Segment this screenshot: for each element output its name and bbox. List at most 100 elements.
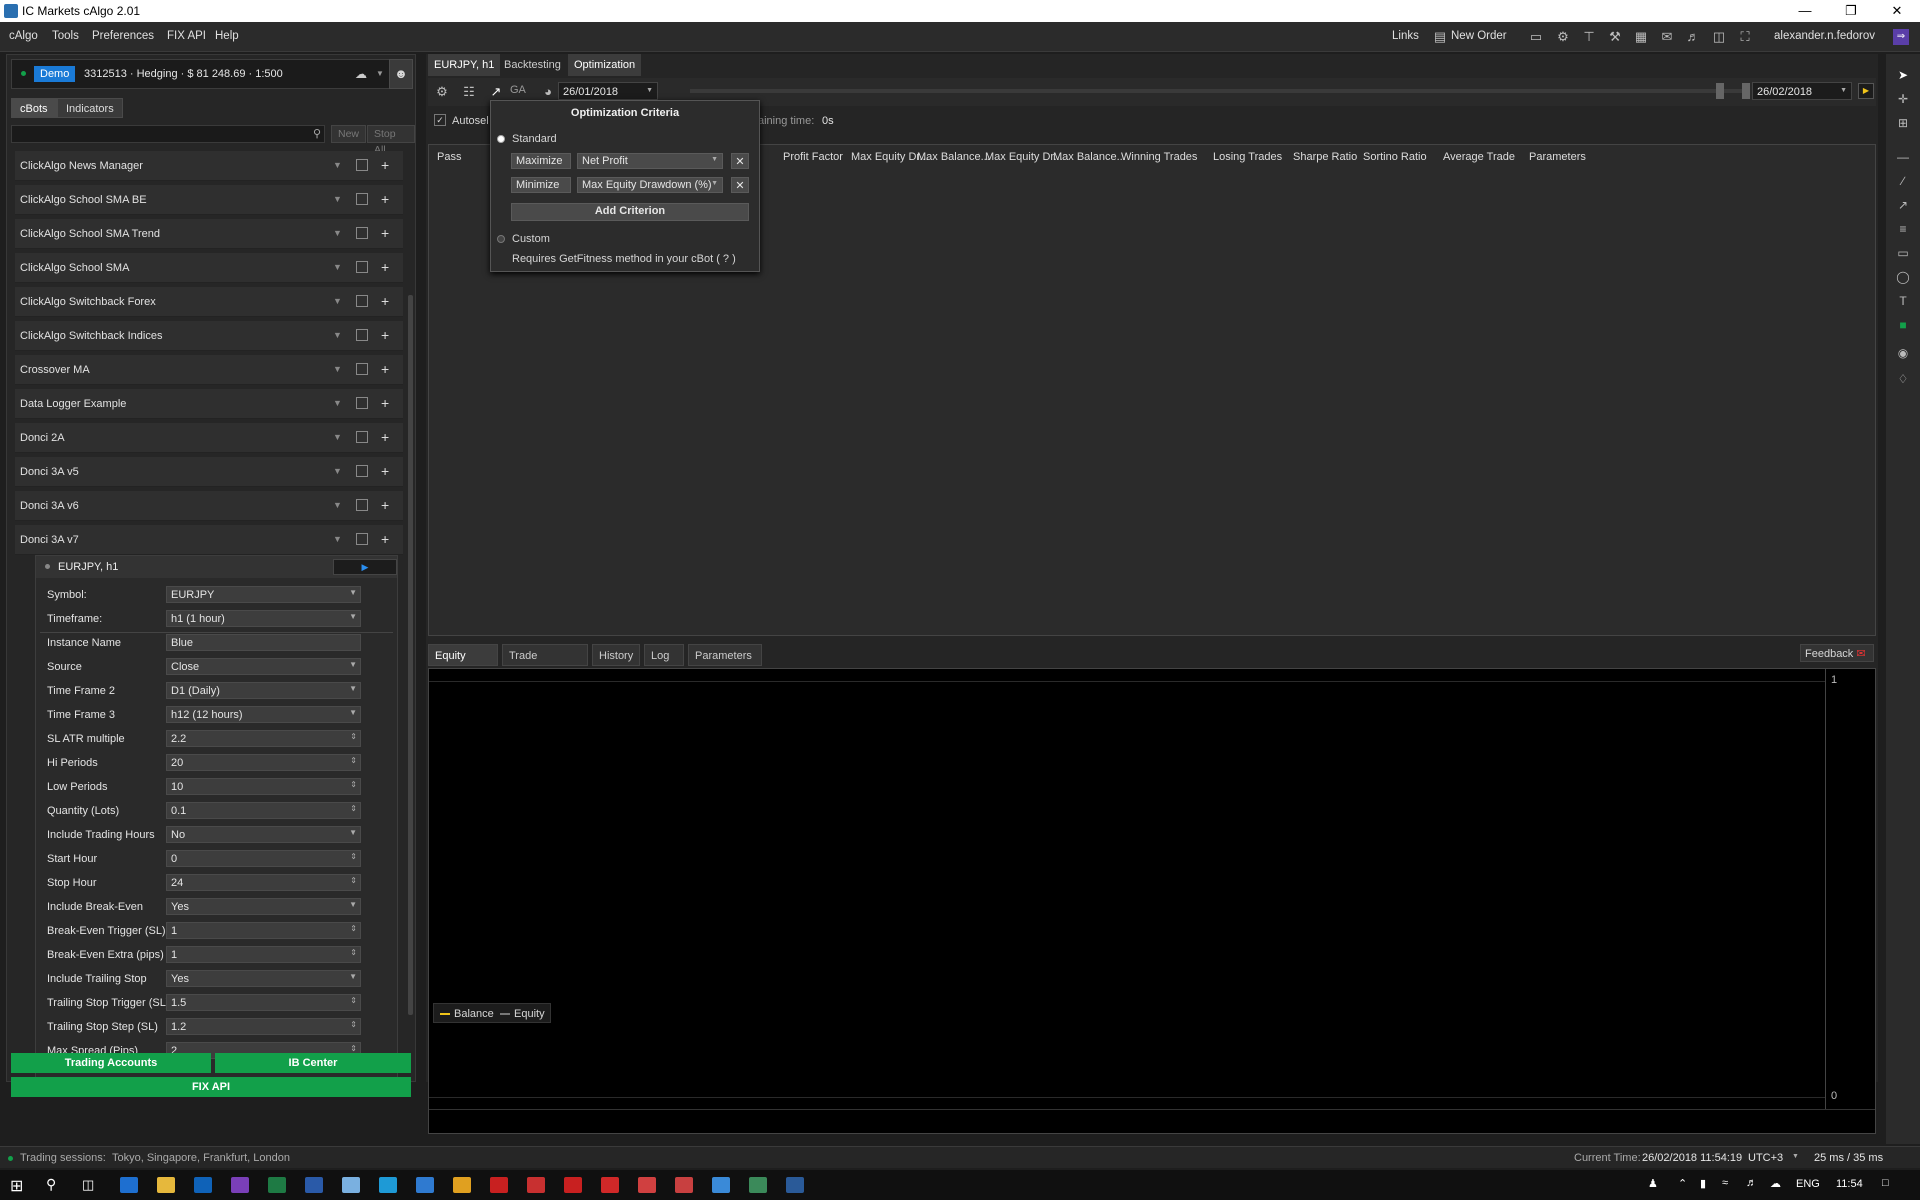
add-instance-icon[interactable]: + — [381, 225, 389, 241]
chevron-down-icon[interactable]: ▼ — [333, 500, 342, 510]
parameter-value-field[interactable]: 0 ⇕ — [166, 850, 361, 867]
app-icon[interactable] — [786, 1177, 804, 1193]
onedrive-icon[interactable]: ☁ — [1770, 1177, 1781, 1190]
cbot-item[interactable]: Donci 3A v6 ▼ + — [15, 491, 403, 521]
add-instance-icon[interactable]: + — [381, 395, 389, 411]
remove-criterion-button[interactable]: ✕ — [731, 153, 749, 169]
chevron-down-icon[interactable]: ▼ — [333, 432, 342, 442]
chart-line-icon[interactable]: ↗ — [488, 84, 504, 100]
cursor-icon[interactable]: ➤ — [1895, 68, 1911, 84]
sound-icon[interactable]: ♬ — [1685, 29, 1701, 45]
people-icon[interactable]: ♟ — [1648, 1177, 1658, 1190]
instances-icon[interactable] — [356, 363, 368, 375]
instance-header[interactable]: EURJPY, h1 ▶ — [36, 556, 397, 578]
chevron-down-icon[interactable]: ▼ — [333, 262, 342, 272]
fix-api-button[interactable]: FIX API — [11, 1077, 411, 1097]
add-instance-icon[interactable]: + — [381, 531, 389, 547]
trading-accounts-button[interactable]: Trading Accounts — [11, 1053, 211, 1073]
end-date-picker[interactable]: 26/02/2018 ▼ — [1752, 82, 1852, 100]
add-instance-icon[interactable]: + — [381, 361, 389, 377]
instances-icon[interactable] — [356, 159, 368, 171]
ruler-icon[interactable]: ⊤ — [1581, 29, 1597, 45]
chevron-down-icon[interactable]: ▼ — [333, 466, 342, 476]
slider-handle[interactable] — [1716, 83, 1724, 99]
column-header[interactable]: Max Equity Dr... — [985, 151, 1063, 163]
column-header[interactable]: Winning Trades — [1121, 151, 1197, 163]
column-header[interactable]: Max Balance... — [917, 151, 990, 163]
parameter-value-field[interactable]: 1.2 ⇕ — [166, 1018, 361, 1035]
word-icon[interactable] — [305, 1177, 323, 1193]
tab-bottom[interactable]: History — [592, 644, 640, 666]
language-indicator[interactable]: ENG — [1796, 1178, 1820, 1190]
acrobat-icon[interactable] — [564, 1177, 582, 1193]
criterion2-metric-select[interactable]: Max Equity Drawdown (%) ▼ — [577, 177, 723, 193]
ic-markets-icon[interactable] — [490, 1177, 508, 1193]
parameter-value-field[interactable]: 1 ⇕ — [166, 946, 361, 963]
autoselect-checkbox[interactable]: ✓ — [434, 114, 446, 126]
cbot-item[interactable]: ClickAlgo School SMA ▼ + — [15, 253, 403, 283]
criterion1-metric-select[interactable]: Net Profit ▼ — [577, 153, 723, 169]
new-order-button[interactable]: New Order — [1451, 30, 1507, 42]
parameter-value-field[interactable]: h1 (1 hour) ▼ — [166, 610, 361, 627]
chevron-down-icon[interactable]: ▼ — [333, 296, 342, 306]
instances-icon[interactable] — [356, 499, 368, 511]
mail-icon[interactable]: ✉ — [1659, 29, 1675, 45]
column-header[interactable]: Pass — [437, 151, 461, 163]
user-name[interactable]: alexander.n.fedorov — [1774, 30, 1875, 42]
new-cbot-button[interactable]: New — [331, 125, 367, 143]
settings-icon[interactable]: ⚙ — [1555, 29, 1571, 45]
parameter-value-field[interactable]: No ▼ — [166, 826, 361, 843]
camera-icon[interactable]: ◉ — [1895, 346, 1911, 362]
app-icon[interactable] — [416, 1177, 434, 1193]
settings-icon[interactable]: ⚙ — [434, 84, 450, 100]
menu-fix-api[interactable]: FIX API — [167, 30, 206, 42]
add-instance-icon[interactable]: + — [381, 429, 389, 445]
calgo-icon[interactable] — [712, 1177, 730, 1193]
wifi-icon[interactable]: ≈ — [1722, 1177, 1728, 1189]
add-instance-icon[interactable]: + — [381, 293, 389, 309]
filezilla-icon[interactable] — [527, 1177, 545, 1193]
custom-radio[interactable] — [497, 235, 505, 243]
parameters-icon[interactable]: ☷ — [461, 84, 477, 100]
scrollbar[interactable] — [408, 295, 413, 1015]
chevron-down-icon[interactable]: ▼ — [333, 228, 342, 238]
parameter-value-field[interactable]: Yes ▼ — [166, 970, 361, 987]
parameter-value-field[interactable]: 1.5 ⇕ — [166, 994, 361, 1011]
restore-button[interactable]: ❐ — [1828, 0, 1874, 22]
chrome-icon[interactable] — [453, 1177, 471, 1193]
instances-icon[interactable] — [356, 329, 368, 341]
slider-handle[interactable] — [1742, 83, 1750, 99]
cbot-item[interactable]: Data Logger Example ▼ + — [15, 389, 403, 419]
parameter-value-field[interactable]: EURJPY ▼ — [166, 586, 361, 603]
cbot-item[interactable]: ClickAlgo Switchback Indices ▼ + — [15, 321, 403, 351]
stop-all-button[interactable]: Stop All — [367, 125, 415, 156]
rectangle-icon[interactable]: ▭ — [1895, 246, 1911, 262]
instances-icon[interactable] — [356, 193, 368, 205]
instances-icon[interactable] — [356, 431, 368, 443]
date-range-slider[interactable] — [690, 89, 1750, 93]
horizontal-line-icon[interactable]: — — [1895, 150, 1911, 166]
add-instance-icon[interactable]: + — [381, 327, 389, 343]
add-instance-icon[interactable]: + — [381, 157, 389, 173]
instances-icon[interactable] — [356, 397, 368, 409]
trend-line-icon[interactable]: ∕ — [1895, 174, 1911, 190]
menu-help[interactable]: Help — [215, 30, 239, 42]
bell-icon[interactable]: ♢ — [1895, 372, 1911, 388]
app-icon[interactable] — [675, 1177, 693, 1193]
instances-icon[interactable] — [356, 295, 368, 307]
parameter-value-field[interactable]: Blue — [166, 634, 361, 651]
chevron-down-icon[interactable]: ▼ — [333, 364, 342, 374]
chevron-down-icon[interactable]: ▼ — [333, 534, 342, 544]
parameter-value-field[interactable]: Yes ▼ — [166, 898, 361, 915]
add-instance-icon[interactable]: + — [381, 259, 389, 275]
add-criterion-button[interactable]: Add Criterion — [511, 203, 749, 221]
fullscreen-icon[interactable]: ⛶ — [1737, 29, 1753, 45]
criterion1-direction-select[interactable]: Maximize — [511, 153, 571, 169]
ray-icon[interactable]: ↗ — [1895, 198, 1911, 214]
ib-center-button[interactable]: IB Center — [215, 1053, 411, 1073]
column-header[interactable]: Max Balance... — [1053, 151, 1126, 163]
task-view-icon[interactable]: ◫ — [82, 1177, 94, 1193]
parameter-value-field[interactable]: 0.1 ⇕ — [166, 802, 361, 819]
tab-bottom[interactable]: Equity Chart — [428, 644, 498, 684]
cbot-item[interactable]: Donci 2A ▼ + — [15, 423, 403, 453]
